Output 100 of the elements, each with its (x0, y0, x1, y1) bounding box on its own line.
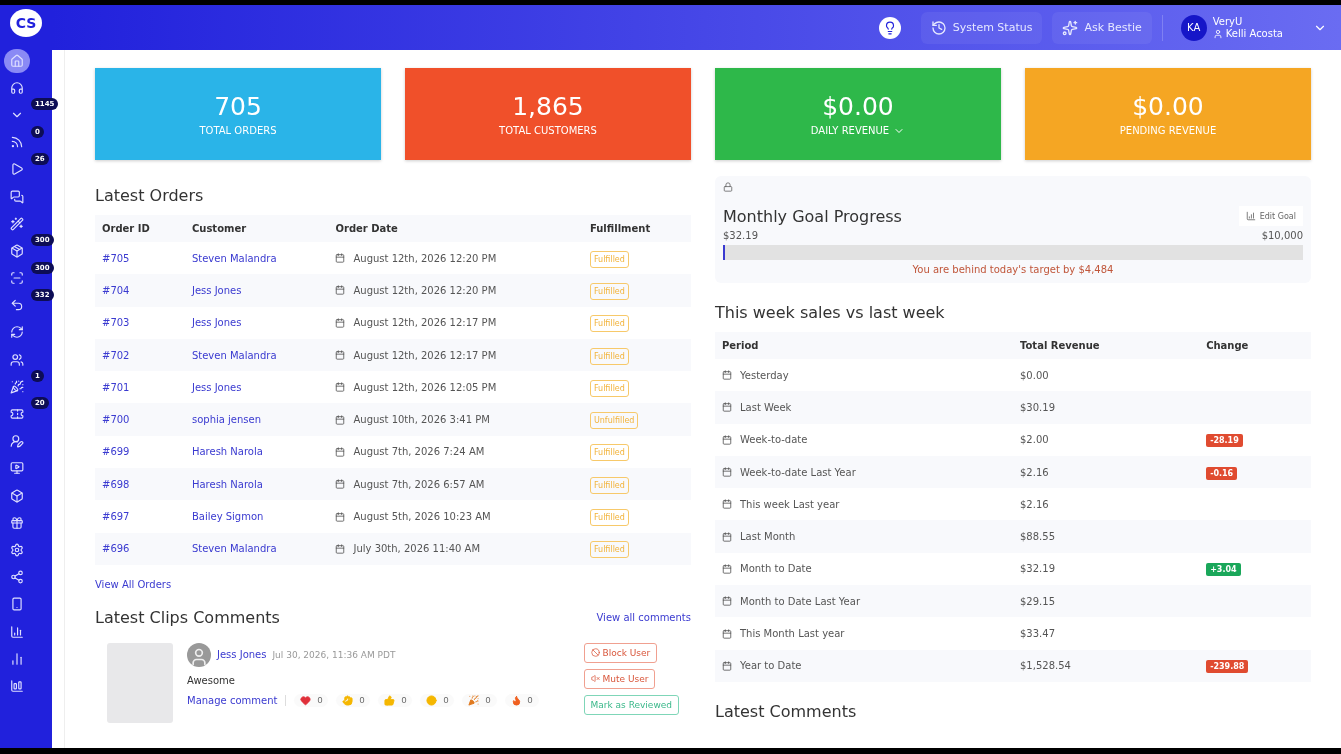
revenue-value: $30.19 (1020, 401, 1055, 413)
order-link[interactable]: #698 (102, 478, 130, 490)
customer-link[interactable]: Jess Jones (191, 381, 242, 393)
bar-chart-icon (1245, 211, 1256, 221)
period-label: Yesterday (740, 369, 789, 381)
heart-icon (300, 694, 312, 706)
manage-comment-link[interactable]: Manage comment (187, 694, 287, 706)
customer-link[interactable]: Steven Malandra (191, 543, 277, 555)
customer-link[interactable]: Jess Jones (191, 284, 242, 296)
period-label: This week Last year (740, 498, 840, 510)
section-title: Latest Comments (715, 701, 858, 721)
fulfillment-status: Fulfilled (589, 347, 629, 365)
smartphone-icon (10, 597, 24, 612)
revenue-value: $1,528.54 (1020, 660, 1071, 672)
system-status-button[interactable]: System Status (920, 11, 1043, 44)
order-link[interactable]: #705 (102, 252, 130, 264)
lock-icon (723, 182, 733, 192)
calendar-icon (335, 446, 346, 457)
comment-time: Jul 30, 2026, 11:36 AM PDT (272, 649, 396, 660)
mute-user-button[interactable]: Mute User (583, 668, 656, 689)
headset-icon (10, 80, 24, 95)
period-label: Last Month (740, 531, 796, 543)
ban-icon (590, 648, 600, 658)
reaction-button[interactable]: 0 (336, 693, 371, 707)
order-link[interactable]: #699 (102, 446, 130, 458)
block-user-button[interactable]: Block User (583, 642, 658, 663)
order-date: August 7th, 2026 6:57 AM (353, 478, 485, 490)
ticket-icon (10, 407, 24, 422)
ask-button[interactable]: Ask Bestie (1052, 11, 1152, 44)
order-date: August 10th, 2026 3:41 PM (353, 414, 490, 426)
customer-link[interactable]: Haresh Narola (191, 446, 263, 458)
period-label: Week-to-date Last Year (740, 466, 856, 478)
bar-chart-icon (10, 651, 24, 666)
column-header: Change (1199, 332, 1311, 359)
order-date: July 30th, 2026 11:40 AM (353, 543, 481, 555)
customer-link[interactable]: Steven Malandra (191, 349, 277, 361)
settings-icon (10, 542, 24, 557)
order-link[interactable]: #700 (102, 414, 130, 426)
goal-target: $10,000 (1261, 230, 1303, 241)
comment-author[interactable]: Jess Jones (217, 649, 267, 661)
refresh-icon (10, 325, 24, 340)
change-badge: -28.19 (1206, 434, 1243, 448)
thumbs-up-icon (384, 694, 396, 706)
customer-link[interactable]: Steven Malandra (191, 252, 277, 264)
change-badge: +3.04 (1206, 563, 1241, 577)
column-header: Fulfillment (582, 215, 691, 242)
calendar-icon (722, 628, 732, 639)
column-header: Period (715, 332, 1013, 359)
view-all-orders-link[interactable]: View All Orders (95, 578, 691, 590)
order-link[interactable]: #701 (102, 381, 130, 393)
edit-goal-button[interactable]: Edit Goal (1238, 206, 1303, 226)
flame-icon (510, 694, 522, 706)
reaction-button[interactable]: 0 (294, 693, 329, 707)
view-all-comments-link[interactable]: View all comments (596, 611, 691, 623)
revenue-value: $29.15 (1020, 595, 1055, 607)
stat-label: TOTAL CUSTOMERS (499, 125, 597, 136)
clock-history-icon (930, 19, 947, 36)
customer-link[interactable]: Bailey Sigmon (191, 511, 264, 522)
calendar-icon (335, 317, 346, 328)
order-link[interactable]: #696 (102, 543, 130, 555)
reaction-button[interactable]: 0 (378, 693, 413, 707)
stat-label: DAILY REVENUE (810, 125, 890, 136)
fulfillment-status: Fulfilled (589, 250, 629, 268)
order-date: August 5th, 2026 10:23 AM (353, 511, 491, 522)
section-title: Latest Orders (95, 186, 205, 205)
order-link[interactable]: #697 (102, 511, 130, 522)
bar-chart-icon (10, 678, 24, 693)
organization-name: VeryU (1212, 16, 1244, 27)
revenue-value: $0.00 (1020, 369, 1049, 381)
app-logo[interactable]: CS (10, 9, 42, 37)
fulfillment-status: Unfulfilled (589, 412, 639, 430)
order-link[interactable]: #703 (102, 317, 130, 329)
package-icon (10, 243, 24, 258)
order-link[interactable]: #702 (102, 349, 130, 361)
play-icon (10, 162, 24, 177)
monitor-play-icon (10, 461, 24, 476)
calendar-icon (722, 434, 732, 445)
gift-icon (10, 515, 24, 530)
order-link[interactable]: #704 (102, 284, 130, 296)
order-date: August 12th, 2026 12:20 PM (353, 252, 497, 264)
revenue-value: $2.00 (1020, 434, 1049, 446)
stat-value: 705 (214, 92, 262, 121)
lightbulb-icon[interactable] (878, 16, 901, 39)
change-badge: -239.88 (1206, 660, 1249, 674)
customer-link[interactable]: Jess Jones (191, 317, 242, 329)
share-icon (10, 570, 24, 585)
reaction-button[interactable]: 0 (420, 693, 455, 707)
party-popper-icon (10, 379, 24, 394)
fulfillment-status: Fulfilled (589, 379, 629, 397)
comment-text: Awesome (187, 674, 236, 686)
reaction-button[interactable]: 0 (504, 693, 539, 707)
change-badge: -0.16 (1206, 466, 1238, 480)
user-name: Kelli Acosta (1225, 28, 1283, 39)
chat-icon (10, 189, 24, 204)
reaction-button[interactable]: 0 (462, 693, 497, 707)
period-label: Week-to-date (740, 434, 808, 446)
user-avatar[interactable]: KA (1180, 14, 1207, 41)
customer-link[interactable]: sophia jensen (191, 414, 262, 426)
customer-link[interactable]: Haresh Narola (191, 478, 263, 490)
sidebar-item[interactable] (4, 48, 30, 73)
